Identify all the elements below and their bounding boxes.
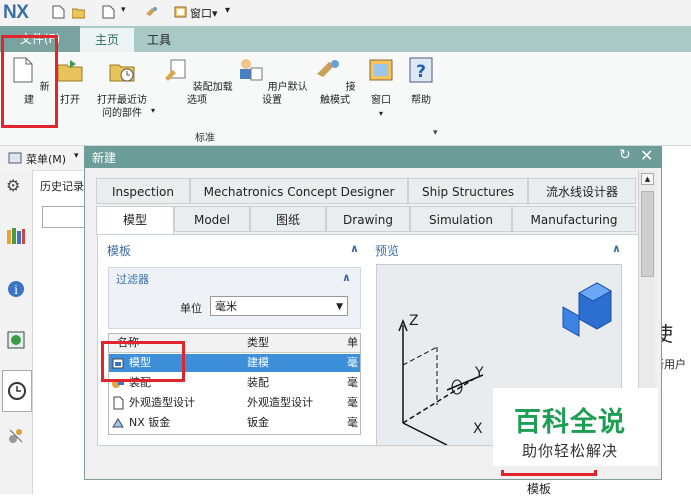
- tab-line-designer[interactable]: 流水线设计器: [528, 178, 636, 204]
- tab-model-cn[interactable]: 模型: [96, 206, 174, 235]
- open-folder-icon[interactable]: [72, 5, 85, 19]
- list-item[interactable]: 外观造型设计 外观造型设计 毫: [109, 394, 360, 412]
- history-panel-title: 历史记录: [40, 180, 84, 193]
- close-icon[interactable]: ✕: [640, 146, 653, 165]
- list-item[interactable]: NX 钣金 钣金 毫: [109, 414, 360, 432]
- collapse-icon[interactable]: ∧: [350, 242, 359, 255]
- tab-simulation[interactable]: Simulation: [410, 206, 512, 232]
- tab-tools[interactable]: 工具: [136, 28, 182, 52]
- template-section-title: 模板: [107, 244, 132, 258]
- gear-icon[interactable]: ⚙: [6, 176, 26, 196]
- template-link[interactable]: 模板: [527, 480, 551, 497]
- help-icon: ?: [409, 57, 433, 83]
- customize-arrow[interactable]: ▾: [225, 5, 230, 16]
- system-materials-icon[interactable]: [6, 426, 26, 446]
- window-icon[interactable]: [174, 5, 187, 19]
- tab-mechatronics[interactable]: Mechatronics Concept Designer: [190, 178, 408, 204]
- web-browser-icon[interactable]: [6, 330, 26, 350]
- tab-home[interactable]: 主页: [80, 28, 134, 52]
- shape-studio-icon: [113, 396, 124, 410]
- unit-label: 单位: [180, 302, 202, 315]
- svg-text:?: ?: [416, 62, 426, 82]
- new-file-icon[interactable]: [52, 5, 65, 19]
- axis-x-label: X: [473, 421, 483, 437]
- collapse-icon[interactable]: ∧: [342, 271, 351, 284]
- column-type-header[interactable]: 类型: [247, 334, 269, 352]
- scrollbar-thumb[interactable]: [641, 191, 654, 277]
- history-tab[interactable]: [2, 370, 32, 412]
- nx-logo: NX: [3, 2, 29, 23]
- group-expand-icon[interactable]: ▾: [433, 128, 438, 138]
- user-defaults-icon: [240, 59, 263, 81]
- tab-ship-structures[interactable]: Ship Structures: [408, 178, 528, 204]
- scroll-up-icon[interactable]: ▲: [641, 173, 654, 185]
- assembly-load-options-icon: [165, 59, 186, 81]
- watermark-subtitle: 助你轻松解决: [522, 442, 619, 460]
- sheet-metal-icon: [112, 418, 124, 428]
- axis-y-label: Y: [475, 365, 484, 381]
- menu-icon: [8, 152, 22, 164]
- touch-mode-icon: [317, 60, 340, 77]
- svg-text:i: i: [14, 283, 18, 297]
- user-defaults-button[interactable]: 用户默认设置: [236, 56, 308, 107]
- ribbon-group-label: 标准: [195, 133, 215, 144]
- help-button[interactable]: ? 帮助: [404, 56, 438, 107]
- filter-title: 过滤器: [116, 273, 149, 286]
- info-icon[interactable]: i: [6, 278, 26, 298]
- tab-model[interactable]: Model: [174, 206, 250, 232]
- watermark-title: 百科全说: [514, 407, 626, 438]
- collapse-icon[interactable]: ∧: [612, 242, 621, 255]
- resource-bar: ⚙ i: [0, 170, 33, 494]
- chevron-down-icon[interactable]: ▾: [151, 106, 155, 115]
- chevron-down-icon[interactable]: ▾: [121, 5, 126, 15]
- model-row-highlight: [101, 341, 185, 382]
- touch-mode-icon[interactable]: [145, 5, 158, 19]
- recent-parts-icon: [109, 64, 135, 82]
- column-unit-header[interactable]: 单: [347, 334, 358, 352]
- open-folder-icon: [57, 60, 83, 82]
- axis-z-label: Z: [409, 313, 419, 329]
- new-file-dropdown-icon[interactable]: [102, 5, 115, 19]
- assembly-load-options-button[interactable]: 装配加载选项: [160, 56, 234, 107]
- preview-section-title: 预览: [375, 244, 400, 258]
- chevron-down-icon: ▾: [378, 109, 383, 118]
- dialog-title-bar: [84, 146, 662, 168]
- reset-icon[interactable]: ↻: [619, 147, 631, 163]
- new-button-highlight: [1, 35, 58, 128]
- touch-mode-button[interactable]: 接触模式: [310, 56, 360, 107]
- dialog-title: 新建: [92, 151, 117, 165]
- tab-inspection[interactable]: Inspection: [96, 178, 190, 204]
- chevron-down-icon: ▼: [336, 302, 343, 312]
- window-icon: [369, 59, 393, 81]
- unit-select[interactable]: 毫米 ▼: [210, 296, 348, 316]
- clock-icon: [8, 382, 26, 400]
- tab-drawing-cn[interactable]: 图纸: [250, 206, 326, 232]
- ok-button-highlight: [501, 470, 597, 476]
- window-menu[interactable]: 窗口▾: [190, 5, 218, 21]
- open-recent-button[interactable]: 打开最近访 问的部件: [90, 56, 154, 120]
- tab-drawing[interactable]: Drawing: [326, 206, 410, 232]
- menu-bar[interactable]: 菜单(M) ▾: [0, 146, 88, 171]
- window-button[interactable]: 窗口 ▾: [364, 56, 398, 120]
- part-navigator-icon[interactable]: [6, 226, 26, 246]
- history-filter-input[interactable]: [42, 206, 90, 228]
- tab-manufacturing[interactable]: Manufacturing: [512, 206, 636, 232]
